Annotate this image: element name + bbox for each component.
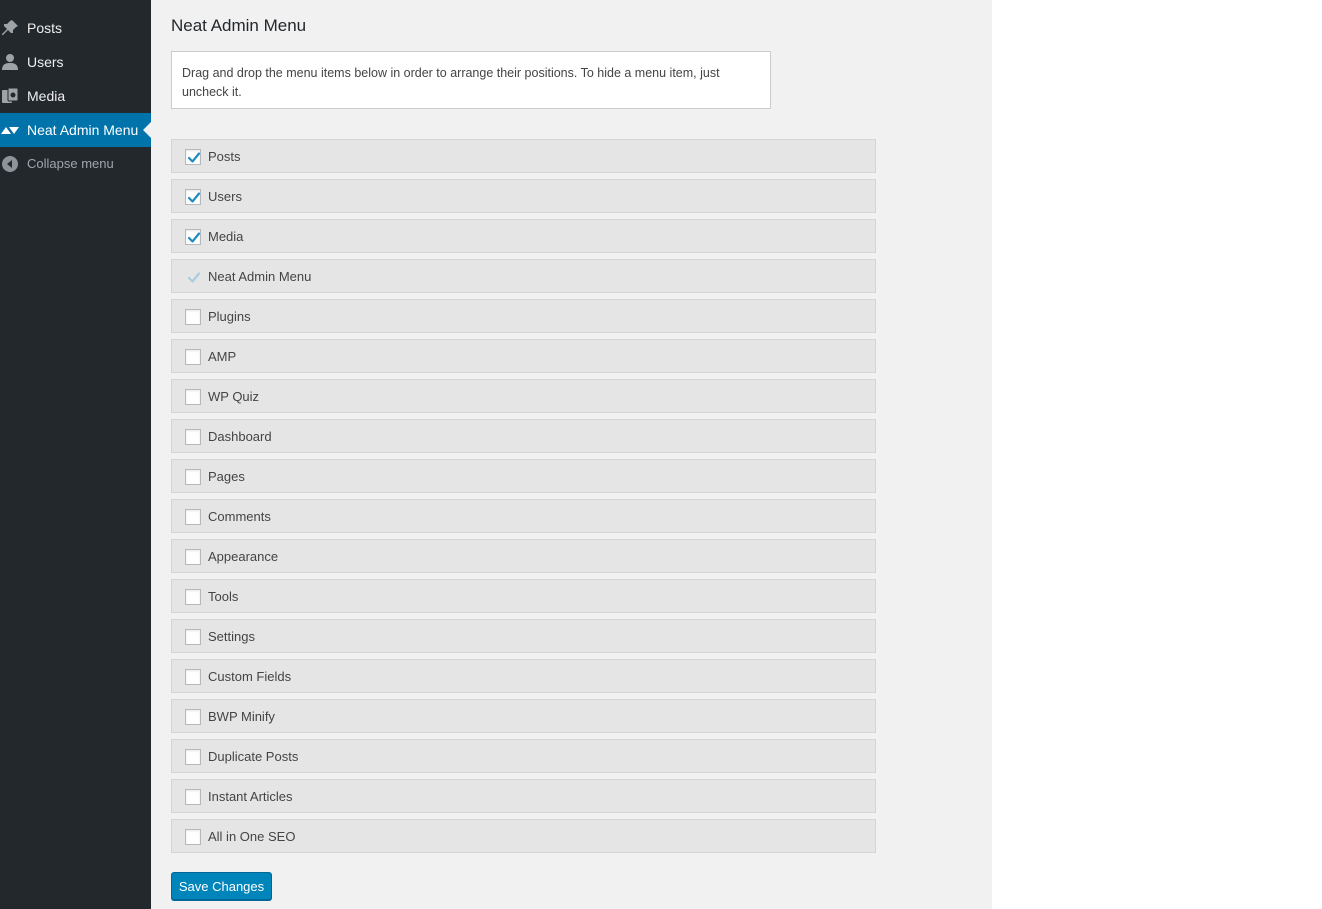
collapse-icon xyxy=(1,155,19,173)
menu-item-label: BWP Minify xyxy=(208,709,275,724)
menu-item-label: Posts xyxy=(208,149,241,164)
menu-item-row[interactable]: Pages xyxy=(171,459,876,493)
pin-icon xyxy=(1,19,19,37)
menu-item-checkbox[interactable] xyxy=(185,509,201,525)
sidebar-item-users[interactable]: Users xyxy=(0,45,151,79)
admin-sidebar: Posts Users Media Neat Admin Menu Collap… xyxy=(0,0,151,909)
collapse-menu-label: Collapse menu xyxy=(27,156,114,171)
sidebar-item-label: Users xyxy=(27,54,64,70)
collapse-menu-button[interactable]: Collapse menu xyxy=(0,147,151,181)
menu-item-label: Tools xyxy=(208,589,239,604)
sidebar-item-label: Neat Admin Menu xyxy=(27,122,139,138)
menu-item-row[interactable]: Users xyxy=(171,179,876,213)
instructions-notice: Drag and drop the menu items below in or… xyxy=(171,51,771,109)
menu-item-row[interactable]: Tools xyxy=(171,579,876,613)
menu-item-row[interactable]: Settings xyxy=(171,619,876,653)
menu-item-row[interactable]: Comments xyxy=(171,499,876,533)
menu-item-checkbox[interactable] xyxy=(185,789,201,805)
menu-item-label: Media xyxy=(208,229,244,244)
checkmark-icon xyxy=(187,192,201,203)
menu-item-label: All in One SEO xyxy=(208,829,296,844)
menu-item-checkbox[interactable] xyxy=(185,709,201,725)
menu-item-row[interactable]: WP Quiz xyxy=(171,379,876,413)
menu-item-row[interactable]: Dashboard xyxy=(171,419,876,453)
checkmark-icon xyxy=(187,232,201,243)
menu-item-checkbox[interactable] xyxy=(185,309,201,325)
menu-item-checkbox[interactable] xyxy=(185,669,201,685)
user-icon xyxy=(1,53,19,71)
sidebar-item-label: Media xyxy=(27,88,66,104)
sidebar-item-label: Posts xyxy=(27,20,63,36)
menu-item-label: AMP xyxy=(208,349,237,364)
sidebar-item-neat-admin-menu[interactable]: Neat Admin Menu xyxy=(0,113,151,147)
menu-item-label: Instant Articles xyxy=(208,789,293,804)
main-content: Neat Admin Menu Drag and drop the menu i… xyxy=(151,0,992,909)
menu-item-row[interactable]: AMP xyxy=(171,339,876,373)
sort-icon xyxy=(1,121,19,139)
menu-item-checkbox[interactable] xyxy=(185,349,201,365)
menu-item-checkbox[interactable] xyxy=(185,549,201,565)
menu-item-label: Dashboard xyxy=(208,429,272,444)
menu-item-label: Pages xyxy=(208,469,245,484)
menu-item-row[interactable]: Posts xyxy=(171,139,876,173)
menu-item-row[interactable]: Appearance xyxy=(171,539,876,573)
checkmark-icon xyxy=(187,272,201,283)
sidebar-item-posts[interactable]: Posts xyxy=(0,11,151,45)
menu-item-checkbox[interactable] xyxy=(185,469,201,485)
menu-item-label: Settings xyxy=(208,629,255,644)
save-changes-button[interactable]: Save Changes xyxy=(171,872,272,900)
menu-item-label: Plugins xyxy=(208,309,251,324)
menu-item-row[interactable]: Media xyxy=(171,219,876,253)
menu-item-label: Neat Admin Menu xyxy=(208,269,312,284)
menu-item-row[interactable]: All in One SEO xyxy=(171,819,876,853)
menu-item-checkbox[interactable] xyxy=(185,189,201,205)
menu-item-checkbox xyxy=(185,269,201,285)
menu-item-checkbox[interactable] xyxy=(185,749,201,765)
page-title: Neat Admin Menu xyxy=(171,16,307,35)
media-icon xyxy=(1,87,19,105)
menu-item-row[interactable]: Duplicate Posts xyxy=(171,739,876,773)
sidebar-item-media[interactable]: Media xyxy=(0,79,151,113)
menu-item-row[interactable]: Neat Admin Menu xyxy=(171,259,876,293)
menu-item-checkbox[interactable] xyxy=(185,389,201,405)
menu-item-checkbox[interactable] xyxy=(185,229,201,245)
menu-item-row[interactable]: Instant Articles xyxy=(171,779,876,813)
menu-item-label: Custom Fields xyxy=(208,669,292,684)
menu-item-label: Comments xyxy=(208,509,271,524)
menu-item-checkbox[interactable] xyxy=(185,589,201,605)
menu-item-row[interactable]: BWP Minify xyxy=(171,699,876,733)
menu-item-label: WP Quiz xyxy=(208,389,260,404)
menu-item-row[interactable]: Custom Fields xyxy=(171,659,876,693)
menu-item-checkbox[interactable] xyxy=(185,629,201,645)
menu-item-checkbox[interactable] xyxy=(185,429,201,445)
menu-item-label: Users xyxy=(208,189,242,204)
menu-item-checkbox[interactable] xyxy=(185,829,201,845)
menu-item-label: Appearance xyxy=(208,549,279,564)
menu-item-checkbox[interactable] xyxy=(185,149,201,165)
checkmark-icon xyxy=(187,152,201,163)
menu-item-row[interactable]: Plugins xyxy=(171,299,876,333)
menu-item-label: Duplicate Posts xyxy=(208,749,299,764)
